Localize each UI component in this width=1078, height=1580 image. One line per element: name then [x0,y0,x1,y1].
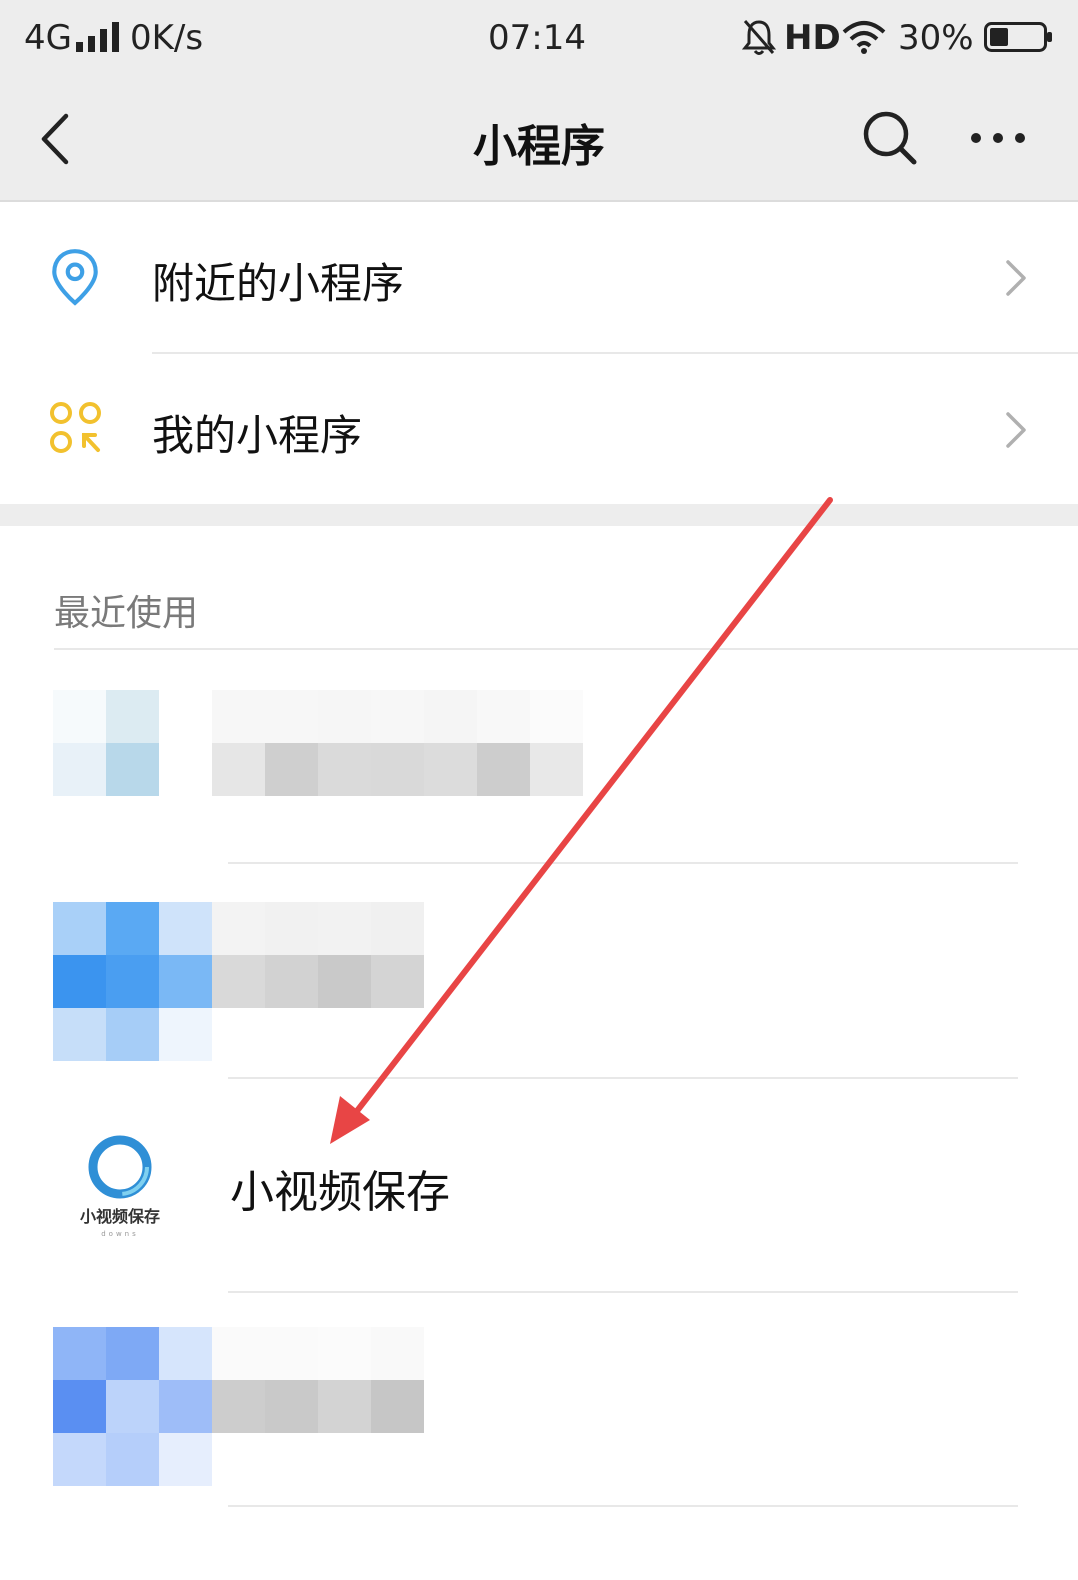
signal-icon [76,22,119,52]
blurred-app-icon [53,1327,212,1486]
my-mini-programs-label: 我的小程序 [152,411,363,460]
bell-off-icon [742,20,776,55]
video-saver-name: 小视频保存 [230,1167,450,1218]
video-saver-logo: 小视频保存 downs [80,1135,160,1238]
blurred-app-name [212,902,424,1008]
wifi-icon [842,21,886,54]
row-divider [228,1505,1018,1507]
navigation-bar: 小程序 [0,78,1078,202]
my-mini-programs-row[interactable]: 我的小程序 [0,354,1078,504]
hd-indicator: HD [784,18,841,58]
logo-caption: 小视频保存 [80,1207,160,1226]
recent-item[interactable] [0,864,1078,1078]
network-speed: 0K/s [130,18,204,58]
logo-subcaption: downs [101,1230,139,1238]
section-separator [0,504,1078,526]
network-type: 4G [24,18,72,58]
blurred-app-icon [53,902,212,1061]
clock: 07:14 [488,18,586,58]
search-icon[interactable] [858,106,922,170]
nearby-mini-programs-label: 附近的小程序 [152,259,405,308]
chevron-right-icon [1006,412,1026,448]
blurred-app-name [212,690,583,796]
recent-item-video-saver[interactable]: 小视频保存 downs [0,1079,1078,1293]
recent-item[interactable] [0,1293,1078,1507]
battery-percent: 30% [898,18,974,58]
blurred-app-name [212,1327,424,1433]
recent-item[interactable] [0,650,1078,864]
more-icon[interactable] [966,116,1030,160]
blurred-app-icon [53,690,159,796]
my-mini-programs-icon [50,402,101,453]
chevron-right-icon [1006,260,1026,296]
status-bar: 4G 0K/s 07:14 HD 30% [0,0,1078,78]
recent-section-title: 最近使用 [54,593,199,634]
battery-icon [984,22,1052,52]
nearby-mini-programs-row[interactable]: 附近的小程序 [0,202,1078,352]
location-pin-icon [52,249,98,306]
